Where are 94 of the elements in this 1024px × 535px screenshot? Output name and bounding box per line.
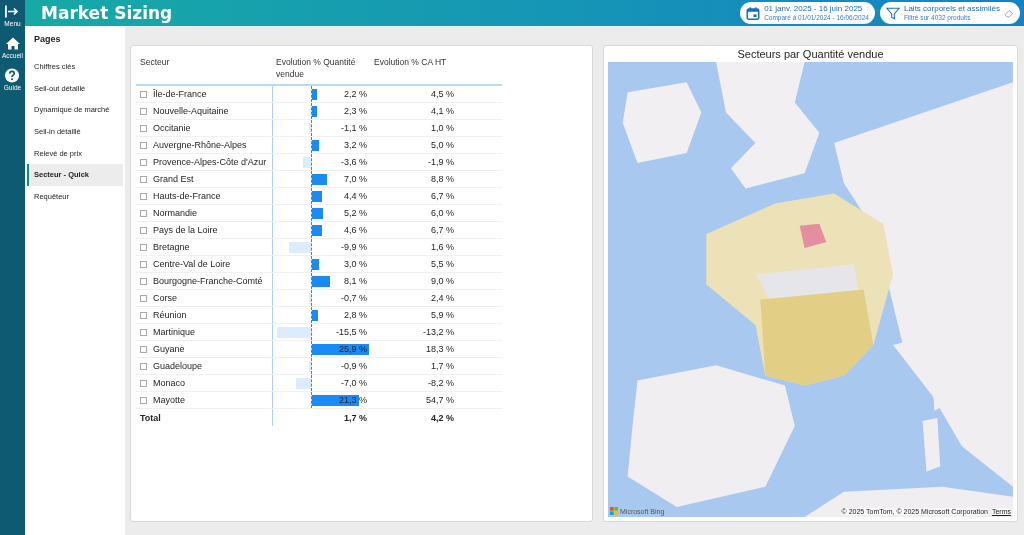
- table-cell-text: 1,6 %: [430, 242, 455, 252]
- expand-icon[interactable]: [140, 158, 147, 166]
- table-cell: -0,7 %: [341, 293, 367, 303]
- column-header[interactable]: Evolution % CA HT: [370, 53, 502, 68]
- table-cell-text: 5,9 %: [430, 310, 455, 320]
- row-label: Nouvelle-Aquitaine: [153, 106, 229, 116]
- table-cell: 4,6 %: [344, 225, 367, 235]
- table-cell-text: 6,0 %: [430, 208, 455, 218]
- table-cell-text: 1,0 %: [430, 123, 455, 133]
- eraser-icon[interactable]: [1004, 8, 1014, 18]
- expand-icon[interactable]: [140, 328, 147, 336]
- table-cell-text: -8,2 %: [427, 378, 455, 388]
- table-cell: -7,0 %: [341, 378, 367, 388]
- row-label: Île-de-France: [153, 89, 207, 99]
- row-label: Corse: [153, 293, 177, 303]
- table-cell-text: 6,7 %: [430, 225, 455, 235]
- row-label: Bourgogne-Franche-Comté: [153, 276, 263, 286]
- table-cell: 3,2 %: [344, 140, 367, 150]
- expand-icon[interactable]: [140, 226, 147, 234]
- expand-icon[interactable]: [140, 260, 147, 268]
- table-cell-text: 54,7 %: [424, 395, 455, 405]
- expand-icon[interactable]: [140, 107, 147, 115]
- expand-icon[interactable]: [140, 396, 147, 404]
- row-label: Réunion: [153, 310, 187, 320]
- total-cell: 1,7 %: [344, 412, 367, 423]
- expand-icon[interactable]: [140, 192, 147, 200]
- table-cell-text: 1,7 %: [430, 361, 455, 371]
- expand-icon[interactable]: [140, 175, 147, 183]
- column-header[interactable]: Evolution % Quantité vendue: [272, 53, 370, 84]
- calendar-icon: [746, 5, 761, 21]
- table-cell-text: 8,8 %: [430, 174, 455, 184]
- total-label: Total: [140, 412, 161, 423]
- table-cell: 7,0 %: [344, 174, 367, 184]
- menu-icon: [4, 4, 21, 19]
- row-label: Pays de la Loire: [153, 225, 218, 235]
- row-label: Provence-Alpes-Côte d'Azur: [153, 157, 267, 167]
- expand-icon[interactable]: [140, 90, 147, 98]
- row-label: Normandie: [153, 208, 198, 218]
- expand-icon[interactable]: [140, 141, 147, 149]
- row-label: Monaco: [153, 378, 186, 388]
- table-cell-text: 6,7 %: [430, 191, 455, 201]
- windows-logo-icon: [610, 507, 618, 515]
- table-cell: 21,3 %: [338, 395, 367, 405]
- row-label: Guadeloupe: [153, 361, 203, 371]
- table-cell: 5,2 %: [344, 208, 367, 218]
- report-title: Market Sizing: [41, 3, 173, 23]
- total-cell-text: 4,2 %: [430, 412, 455, 423]
- table-cell: 8,1 %: [344, 276, 367, 286]
- table-cell-text: 5,0 %: [430, 140, 455, 150]
- expand-icon[interactable]: [140, 243, 147, 251]
- table-cell: 2,2 %: [344, 89, 367, 99]
- chart-title: Secteurs par Quantité vendue: [737, 48, 884, 62]
- row-label: Grand Est: [153, 174, 194, 184]
- table-cell-text: 2,4 %: [430, 293, 455, 303]
- table-cell: -0,9 %: [341, 361, 367, 371]
- table-cell: -3,6 %: [341, 157, 367, 167]
- expand-icon[interactable]: [140, 294, 147, 302]
- table-cell: 2,3 %: [344, 106, 367, 116]
- home-icon: [4, 36, 21, 51]
- expand-icon[interactable]: [140, 277, 147, 285]
- table-cell-text: 18,3 %: [424, 344, 455, 354]
- table-cell-text: 4,5 %: [430, 89, 455, 99]
- table-cell: 3,0 %: [344, 259, 367, 269]
- column-header[interactable]: Secteur: [136, 53, 272, 68]
- pill-title: Laits corporels et assimilés: [903, 4, 1000, 14]
- row-label: Bretagne: [153, 242, 190, 252]
- table-cell: -1,1 %: [341, 123, 367, 133]
- table-cell-text: 4,1 %: [430, 106, 455, 116]
- row-label: Auvergne-Rhône-Alpes: [153, 140, 247, 150]
- help-icon: [4, 68, 21, 83]
- table-cell-text: -13,2 %: [421, 327, 455, 337]
- panel-title: Pages: [33, 33, 62, 46]
- expand-icon[interactable]: [140, 209, 147, 217]
- row-label: Martinique: [153, 327, 196, 337]
- table-cell: 2,8 %: [344, 310, 367, 320]
- row-label: Hauts-de-France: [153, 191, 221, 201]
- row-label: Guyane: [153, 344, 185, 354]
- table-cell-text: 9,0 %: [430, 276, 455, 286]
- table-cell: 25,9 %: [338, 344, 367, 354]
- row-label: Mayotte: [153, 395, 185, 405]
- filter-icon: [885, 5, 900, 21]
- table-cell: -15,5 %: [335, 327, 367, 337]
- pill-title: 01 janv. 2025 - 16 juin 2025: [764, 4, 864, 14]
- expand-icon[interactable]: [140, 345, 147, 353]
- expand-icon[interactable]: [140, 311, 147, 319]
- expand-icon[interactable]: [140, 362, 147, 370]
- expand-icon[interactable]: [140, 379, 147, 387]
- row-label: Centre-Val de Loire: [153, 259, 231, 269]
- row-label: Occitanie: [153, 123, 191, 133]
- table-cell-text: 5,5 %: [430, 259, 455, 269]
- expand-icon[interactable]: [140, 124, 147, 132]
- table-cell: 4,4 %: [344, 191, 367, 201]
- table-cell: -9,9 %: [341, 242, 367, 252]
- table-cell-text: -1,9 %: [427, 157, 455, 167]
